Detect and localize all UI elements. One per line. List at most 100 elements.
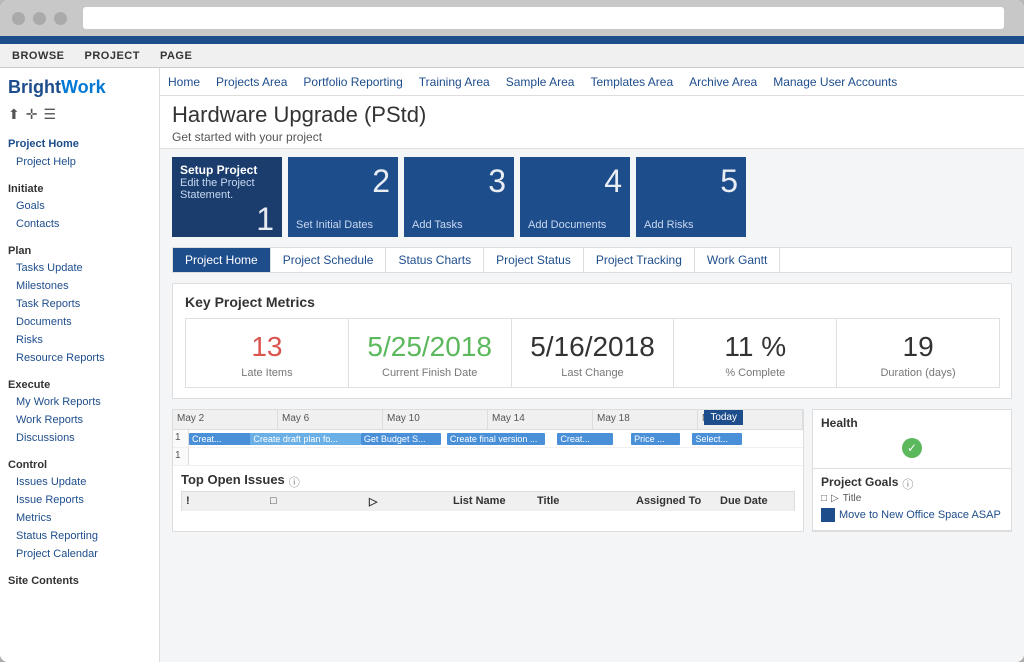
metric-value-late-items: 13 bbox=[251, 331, 282, 363]
goals-info-icon: ⓘ bbox=[902, 476, 913, 492]
issues-section: Top Open Issues ⓘ ! □ ▷ List Name Title … bbox=[173, 466, 803, 517]
nav-item-training-area[interactable]: Training Area bbox=[419, 75, 490, 89]
nav-item-sample-area[interactable]: Sample Area bbox=[506, 75, 575, 89]
move-icon[interactable]: ✛ bbox=[26, 106, 38, 123]
nav-item-home[interactable]: Home bbox=[168, 75, 200, 89]
tile-2[interactable]: 2 Set Initial Dates bbox=[288, 157, 398, 237]
issues-col-assignedto: Assigned To bbox=[636, 495, 716, 508]
goals-section: Project Goals ⓘ □ ▷ Title Move to New Of… bbox=[813, 469, 1011, 531]
sidebar-item-discussions[interactable]: Discussions bbox=[0, 429, 159, 447]
gantt-bar-1-2[interactable]: Create draft plan fo... bbox=[250, 433, 361, 445]
main-area: Home Projects Area Portfolio Reporting T… bbox=[160, 68, 1024, 662]
tile-2-label: Set Initial Dates bbox=[296, 219, 373, 231]
sidebar-item-contacts[interactable]: Contacts bbox=[0, 215, 159, 233]
gantt-bar-1-6[interactable]: Price ... bbox=[631, 433, 680, 445]
nav-item-portfolio-reporting[interactable]: Portfolio Reporting bbox=[303, 75, 402, 89]
gantt-bar-container-2 bbox=[189, 448, 803, 465]
metric-value-pct-complete: 11 % bbox=[724, 331, 786, 363]
logo: BrightWork bbox=[0, 68, 159, 102]
list-icon[interactable]: ☰ bbox=[43, 106, 56, 123]
sidebar-section-initiate: Initiate Goals Contacts bbox=[0, 175, 159, 237]
gantt-row-1: 1 Creat... Create draft plan fo... Get B… bbox=[173, 430, 803, 448]
goals-item-1[interactable]: Move to New Office Space ASAP bbox=[821, 506, 1003, 524]
tile-4-number: 4 bbox=[604, 163, 622, 200]
tile-4[interactable]: 4 Add Documents bbox=[520, 157, 630, 237]
sidebar-item-documents[interactable]: Documents bbox=[0, 313, 159, 331]
nav-item-projects-area[interactable]: Projects Area bbox=[216, 75, 287, 89]
metrics-row: 13 Late Items 5/25/2018 Current Finish D… bbox=[185, 318, 999, 388]
goals-columns: □ ▷ Title bbox=[821, 493, 1003, 504]
ribbon-tab-browse[interactable]: BROWSE bbox=[8, 48, 69, 64]
goals-item-label[interactable]: Move to New Office Space ASAP bbox=[839, 509, 1001, 521]
issues-info-icon: ⓘ bbox=[289, 474, 300, 490]
maximize-button[interactable] bbox=[54, 12, 67, 25]
ribbon-top-bar bbox=[0, 36, 1024, 44]
tile-1-number: 1 bbox=[256, 201, 274, 238]
sidebar-item-work-reports[interactable]: Work Reports bbox=[0, 411, 159, 429]
sidebar-item-milestones[interactable]: Milestones bbox=[0, 277, 159, 295]
gantt-row-id-1: 1 bbox=[173, 430, 189, 447]
gantt-bar-1-7[interactable]: Select... bbox=[692, 433, 741, 445]
sidebar-item-status-reporting[interactable]: Status Reporting bbox=[0, 527, 159, 545]
nav-item-archive-area[interactable]: Archive Area bbox=[689, 75, 757, 89]
issues-col-duedate: Due Date bbox=[720, 495, 790, 508]
tab-status-charts[interactable]: Status Charts bbox=[386, 248, 484, 272]
sidebar-item-issue-reports[interactable]: Issue Reports bbox=[0, 491, 159, 509]
metric-card-last-change: 5/16/2018 Last Change bbox=[511, 318, 675, 388]
sidebar-item-project-home[interactable]: Project Home bbox=[0, 135, 159, 153]
issues-col-icon: ! bbox=[186, 495, 266, 508]
tile-3-label: Add Tasks bbox=[412, 219, 463, 231]
metric-value-finish-date: 5/25/2018 bbox=[367, 331, 492, 363]
sidebar-item-issues-update[interactable]: Issues Update bbox=[0, 473, 159, 491]
sidebar-section-title-plan: Plan bbox=[0, 241, 159, 259]
tab-project-status[interactable]: Project Status bbox=[484, 248, 584, 272]
tab-project-home[interactable]: Project Home bbox=[173, 248, 271, 272]
metric-card-finish-date: 5/25/2018 Current Finish Date bbox=[348, 318, 512, 388]
address-bar[interactable] bbox=[83, 7, 1004, 29]
nav-item-manage-users[interactable]: Manage User Accounts bbox=[773, 75, 897, 89]
sidebar: BrightWork ⬆ ✛ ☰ Project Home Project He… bbox=[0, 68, 160, 662]
sidebar-item-tasks-update[interactable]: Tasks Update bbox=[0, 259, 159, 277]
tile-5-label: Add Risks bbox=[644, 219, 694, 231]
health-section: Health ✓ bbox=[813, 410, 1011, 469]
metrics-title: Key Project Metrics bbox=[185, 294, 999, 310]
sidebar-section-title-site-contents: Site Contents bbox=[0, 571, 159, 589]
tile-1[interactable]: Setup Project Edit the Project Statement… bbox=[172, 157, 282, 237]
nav-item-templates-area[interactable]: Templates Area bbox=[590, 75, 673, 89]
ribbon-tab-page[interactable]: PAGE bbox=[156, 48, 196, 64]
tab-project-schedule[interactable]: Project Schedule bbox=[271, 248, 387, 272]
gantt-bar-1-3[interactable]: Get Budget S... bbox=[361, 433, 441, 445]
sidebar-item-goals[interactable]: Goals bbox=[0, 197, 159, 215]
tab-project-tracking[interactable]: Project Tracking bbox=[584, 248, 695, 272]
gantt-row-id-2: 1 bbox=[173, 448, 189, 465]
sidebar-toolbar: ⬆ ✛ ☰ bbox=[0, 102, 159, 131]
health-title: Health bbox=[821, 416, 1003, 430]
right-panel: Health ✓ Project Goals ⓘ □ bbox=[812, 409, 1012, 532]
gantt-bar-1-4[interactable]: Create final version ... bbox=[447, 433, 545, 445]
metric-value-last-change: 5/16/2018 bbox=[530, 331, 655, 363]
minimize-button[interactable] bbox=[33, 12, 46, 25]
goals-col-title: Title bbox=[843, 493, 862, 504]
sidebar-item-resource-reports[interactable]: Resource Reports bbox=[0, 349, 159, 367]
ribbon-tab-project[interactable]: PROJECT bbox=[81, 48, 144, 64]
sidebar-item-project-calendar[interactable]: Project Calendar bbox=[0, 545, 159, 563]
tile-5[interactable]: 5 Add Risks bbox=[636, 157, 746, 237]
tile-1-label: Setup Project bbox=[180, 163, 257, 177]
close-button[interactable] bbox=[12, 12, 25, 25]
gantt-body: 1 Creat... Create draft plan fo... Get B… bbox=[173, 430, 803, 466]
gantt-bar-1-5[interactable]: Creat... bbox=[557, 433, 612, 445]
bottom-section: May 2 May 6 May 10 May 14 May 18 May 22 … bbox=[172, 409, 1012, 532]
sidebar-item-project-help[interactable]: Project Help bbox=[0, 153, 159, 171]
tab-work-gantt[interactable]: Work Gantt bbox=[695, 248, 780, 272]
sidebar-item-risks[interactable]: Risks bbox=[0, 331, 159, 349]
gantt-date-may10: May 10 bbox=[383, 410, 488, 429]
metric-label-pct-complete: % Complete bbox=[725, 367, 785, 379]
sidebar-item-task-reports[interactable]: Task Reports bbox=[0, 295, 159, 313]
tile-5-number: 5 bbox=[720, 163, 738, 200]
title-bar bbox=[0, 0, 1024, 36]
sidebar-item-my-work-reports[interactable]: My Work Reports bbox=[0, 393, 159, 411]
tile-3[interactable]: 3 Add Tasks bbox=[404, 157, 514, 237]
upload-icon[interactable]: ⬆ bbox=[8, 106, 20, 123]
sidebar-item-metrics[interactable]: Metrics bbox=[0, 509, 159, 527]
tile-2-number: 2 bbox=[372, 163, 390, 200]
